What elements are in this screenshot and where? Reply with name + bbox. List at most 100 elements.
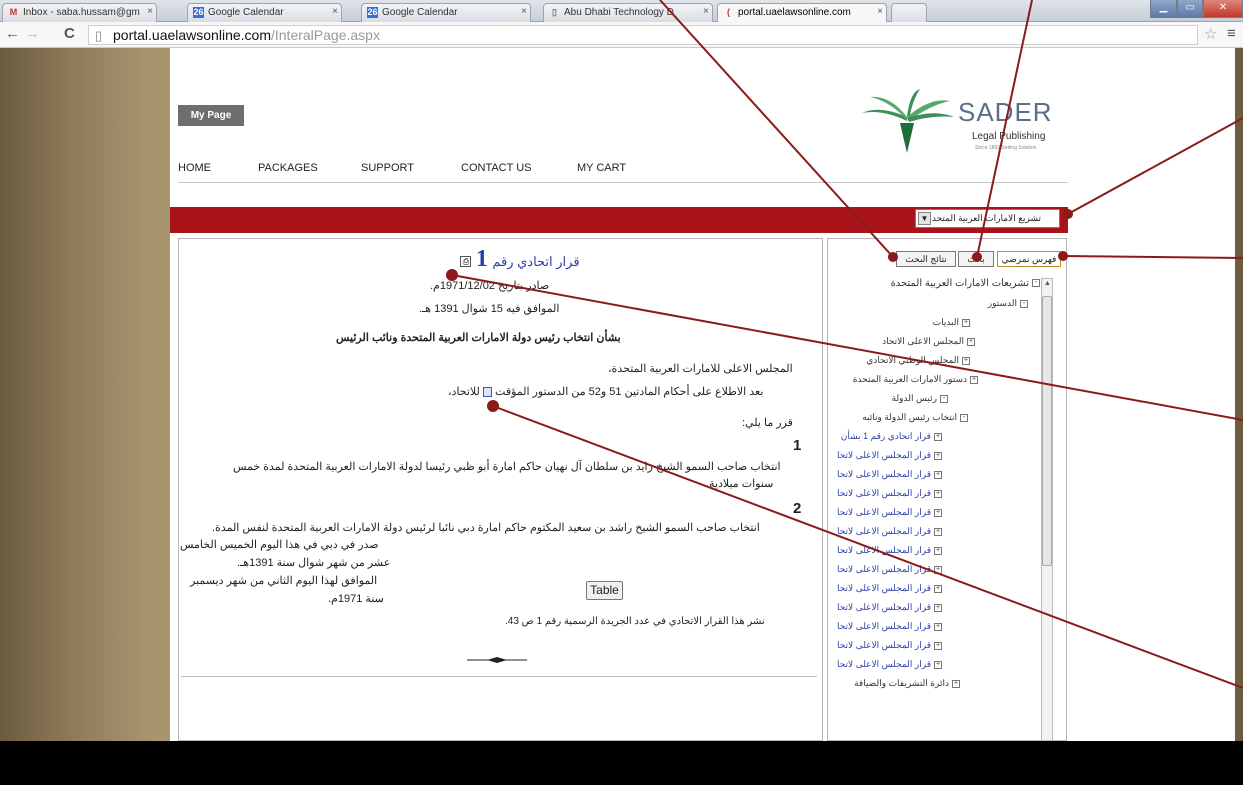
tree-item[interactable]: +قرار المجلس الاعلى لاتحا (837, 640, 942, 651)
collapse-icon[interactable]: - (1020, 299, 1028, 308)
tree-item[interactable]: +المجلس الاعلى الاتحاد (882, 336, 975, 347)
document-title: قرار اتحادي رقم 1 ⎙ (420, 246, 620, 273)
expand-icon[interactable]: + (934, 470, 942, 479)
my-page-button[interactable]: My Page (178, 105, 244, 126)
issued-dubai-line-3: الموافق لهذا اليوم الثاني من شهر ديسمبر (190, 575, 378, 587)
review-text-end: للاتحاد، (448, 386, 480, 398)
tree-item[interactable]: +قرار المجلس الاعلى لاتحا (837, 583, 942, 594)
expand-icon[interactable]: + (934, 451, 942, 460)
scroll-up-icon[interactable]: ▲ (1044, 280, 1051, 287)
back-icon[interactable]: ← (5, 25, 20, 42)
browser-tab-abu-dhabi[interactable]: ▯ Abu Dhabi Technology D × (543, 3, 713, 22)
tree-item[interactable]: +المجلس الوطني الاتحادي (866, 355, 970, 366)
sader-logo[interactable]: SADER Legal Publishing Since 1863 Settin… (860, 85, 1060, 165)
minimize-icon[interactable]: ▁ (1150, 0, 1177, 18)
expand-icon[interactable]: + (934, 641, 942, 650)
close-tab-icon[interactable]: × (703, 6, 709, 17)
maximize-icon[interactable]: ▭ (1177, 0, 1203, 18)
url-input[interactable]: ▯ portal.uaelawsonline.com/InteralPage.a… (88, 25, 1198, 45)
forward-icon[interactable]: → (25, 25, 40, 42)
page-icon: ▯ (95, 28, 103, 43)
expand-icon[interactable]: + (934, 565, 942, 574)
collapse-icon[interactable]: - (1032, 279, 1040, 288)
tab-index[interactable]: فهرس نمرضي (997, 251, 1061, 267)
loading-icon: ( (727, 7, 730, 17)
nav-packages[interactable]: PACKAGES (258, 162, 318, 174)
tree-item[interactable]: +قرار المجلس الاعلى لاتحا (837, 602, 942, 613)
bookmark-star-icon[interactable]: ☆ (1204, 25, 1217, 43)
tree-item[interactable]: -الدستور (988, 298, 1028, 309)
logo-name: SADER (958, 97, 1053, 127)
tree-item[interactable]: -رئيس الدولة (892, 393, 948, 404)
expand-icon[interactable]: + (952, 679, 960, 688)
expand-icon[interactable]: + (934, 432, 942, 441)
browser-tab-active[interactable]: (portal.uaelawsonline.com × (717, 3, 887, 22)
expand-icon[interactable]: + (967, 337, 975, 346)
tree-item[interactable]: +قرار المجلس الاعلى لاتحا (837, 507, 942, 518)
expand-icon[interactable]: + (934, 527, 942, 536)
nav-support[interactable]: SUPPORT (361, 162, 414, 174)
print-icon[interactable]: ⎙ (460, 256, 472, 268)
hijri-date: الموافق فيه 15 شوال 1391 هـ. (419, 303, 560, 315)
expand-icon[interactable]: + (934, 603, 942, 612)
palm-logo-icon (862, 89, 954, 153)
expand-icon[interactable]: + (934, 508, 942, 517)
calendar-icon: 26 (193, 7, 204, 18)
url-host: portal.uaelawsonline.com (113, 27, 271, 43)
close-window-icon[interactable]: ✕ (1203, 0, 1243, 18)
nav-my-cart[interactable]: MY CART (577, 162, 626, 174)
issued-dubai-line-2: عشر من شهر شوال سنة 1391هـ. (237, 557, 391, 569)
expand-icon[interactable]: + (934, 489, 942, 498)
expand-icon[interactable]: + (934, 622, 942, 631)
expand-icon[interactable]: + (962, 356, 970, 365)
tree-item[interactable]: +البديات (933, 317, 970, 328)
review-text: بعد الاطلاع على أحكام المادتين 51 و52 من… (495, 386, 764, 398)
tree-item[interactable]: +قرار المجلس الاعلى لاتحا (837, 469, 942, 480)
expand-icon[interactable]: + (934, 660, 942, 669)
issued-date: صادر بتاريخ 1971/12/02م. (430, 280, 550, 292)
table-button[interactable]: Table (586, 581, 623, 600)
sidebar-scroll-thumb[interactable] (1042, 296, 1052, 566)
collapse-icon[interactable]: - (960, 413, 968, 422)
tree-item[interactable]: +قرار المجلس الاعلى لاتحا (837, 659, 942, 670)
browser-tab-calendar-2[interactable]: 26 Google Calendar × (361, 3, 531, 22)
tree-item[interactable]: +قرار المجلس الاعلى لاتحا (837, 545, 942, 556)
tab-search-results[interactable]: نتائج البحث (896, 251, 956, 267)
chevron-down-icon[interactable]: ▼ (918, 212, 931, 225)
nav-contact-us[interactable]: CONTACT US (461, 162, 532, 174)
tree-item[interactable]: +قرار المجلس الاعلى لاتحا (837, 488, 942, 499)
page-icon: ▯ (552, 7, 557, 17)
reload-icon[interactable]: C (64, 25, 75, 42)
expand-icon[interactable]: + (934, 584, 942, 593)
gmail-icon: M (9, 7, 18, 17)
article-2-number: 2 (793, 500, 802, 517)
tree-item[interactable]: +قرار المجلس الاعلى لاتحا (837, 526, 942, 537)
tree-item[interactable]: +قرار المجلس الاعلى لاتحا (837, 450, 942, 461)
collapse-icon[interactable]: - (940, 394, 948, 403)
browser-tab-calendar-1[interactable]: 26 Google Calendar × (187, 3, 342, 22)
logo-subtitle: Legal Publishing (972, 131, 1046, 142)
title-prefix: قرار اتحادي رقم (492, 254, 580, 269)
menu-icon[interactable]: ≡ (1227, 25, 1236, 42)
link-document-icon[interactable] (482, 387, 492, 398)
tree-item-selected[interactable]: +قرار اتحادي رقم 1 بشأن (841, 431, 942, 442)
close-tab-icon[interactable]: × (877, 6, 883, 17)
browser-tab-gmail[interactable]: M Inbox - saba.hussam@gm × (2, 3, 157, 22)
close-tab-icon[interactable]: × (332, 6, 338, 17)
tree-item[interactable]: +دستور الامارات العربية المتحدة (853, 374, 978, 385)
close-tab-icon[interactable]: × (147, 6, 153, 17)
tab-search[interactable]: بحث (958, 251, 994, 267)
tree-item[interactable]: -تشريعات الامارات العربية المتحدة (891, 278, 1040, 289)
expand-icon[interactable]: + (962, 318, 970, 327)
close-tab-icon[interactable]: × (521, 6, 527, 17)
legislation-select[interactable]: ▼ تشريع الامارات العربية المتحدة (915, 209, 1060, 228)
new-tab-button[interactable] (891, 3, 927, 22)
expand-icon[interactable]: + (934, 546, 942, 555)
expand-icon[interactable]: + (970, 375, 978, 384)
tree-item[interactable]: +قرار المجلس الاعلى لاتحا (837, 564, 942, 575)
tree-item[interactable]: -انتخاب رئيس الدولة ونائبه (862, 412, 968, 423)
issued-dubai-line-1: صدر في دبي في هذا اليوم الخميس الخامس (180, 539, 379, 551)
tree-item[interactable]: +قرار المجلس الاعلى لاتحا (837, 621, 942, 632)
nav-home[interactable]: HOME (178, 162, 211, 174)
tree-item[interactable]: +دائرة التشريفات والضيافة (854, 678, 960, 689)
